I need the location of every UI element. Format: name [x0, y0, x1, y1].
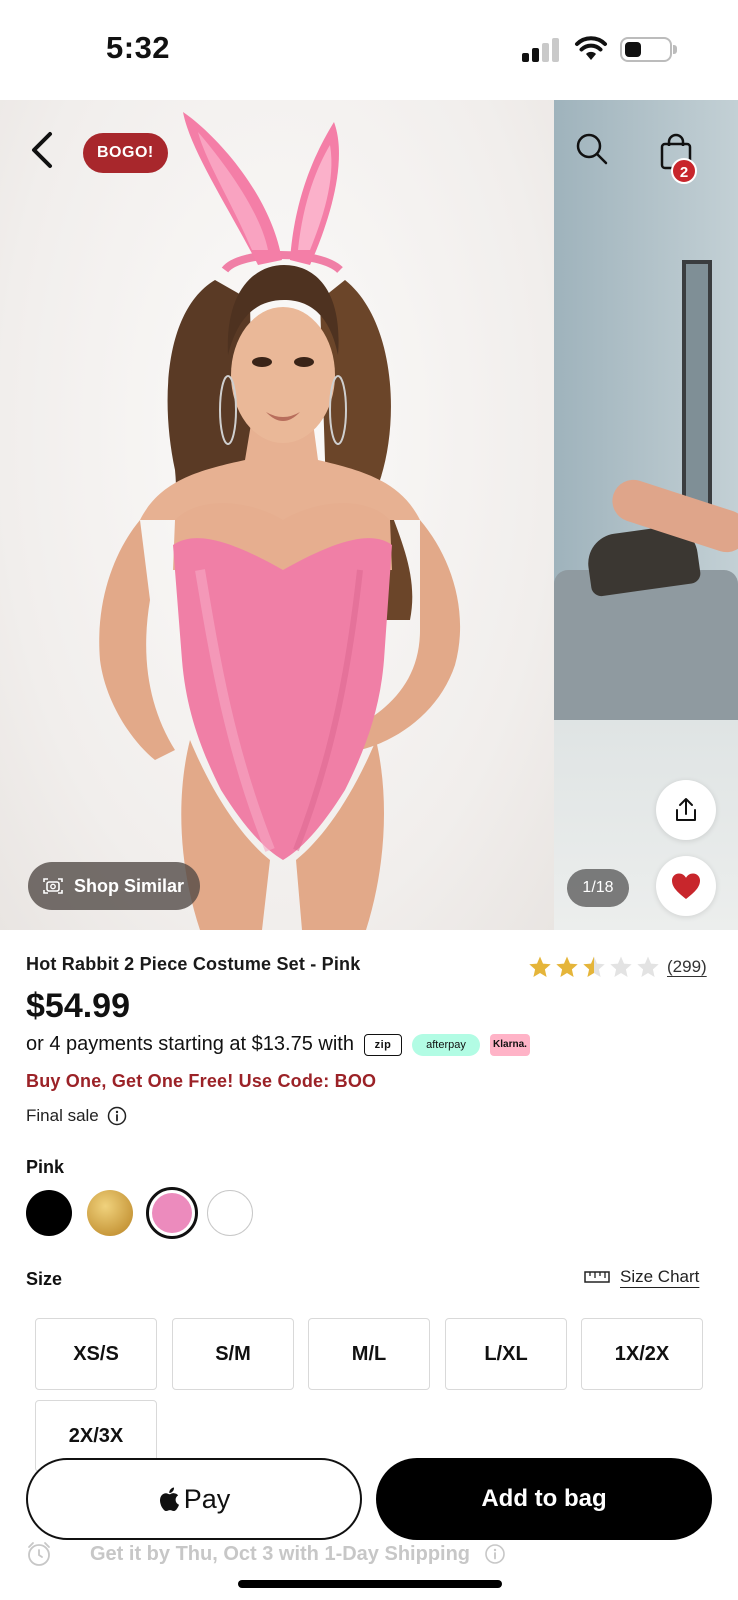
- size-option-m-l[interactable]: M/L: [308, 1318, 430, 1390]
- ruler-icon: [584, 1271, 610, 1283]
- product-title: Hot Rabbit 2 Piece Costume Set - Pink: [26, 954, 361, 974]
- star-empty-icon: [637, 956, 659, 977]
- cart-count-badge: 2: [671, 158, 697, 184]
- color-swatch-white[interactable]: [207, 1190, 253, 1236]
- final-sale-label: Final sale: [26, 1106, 99, 1125]
- heart-icon: [672, 873, 700, 899]
- image-counter: 1/18: [567, 869, 629, 907]
- status-time: 5:32: [106, 30, 171, 65]
- shop-similar-label: Shop Similar: [74, 875, 185, 896]
- shipping-text: Get it by Thu, Oct 3 with 1-Day Shipping: [90, 1542, 471, 1565]
- favorite-button[interactable]: [656, 856, 716, 916]
- size-option-1x-2x[interactable]: 1X/2X: [581, 1318, 703, 1390]
- wifi-icon: [575, 36, 607, 60]
- klarna-logo[interactable]: Klarna.: [489, 1033, 530, 1056]
- zip-logo[interactable]: zip: [363, 1033, 402, 1056]
- product-image-gallery[interactable]: [0, 100, 738, 930]
- status-bar: 5:32: [0, 0, 738, 100]
- star-full-icon: [556, 956, 578, 977]
- color-swatch-pink[interactable]: [152, 1193, 192, 1233]
- info-icon[interactable]: [484, 1543, 506, 1565]
- rating-count[interactable]: (299): [667, 957, 707, 977]
- add-to-bag-button[interactable]: Add to bag: [376, 1458, 712, 1540]
- star-full-icon: [529, 956, 551, 977]
- selected-color-label: Pink: [26, 1157, 65, 1177]
- size-option-s-m[interactable]: S/M: [172, 1318, 294, 1390]
- size-chart-link[interactable]: Size Chart: [584, 1267, 699, 1287]
- size-option-xs-s[interactable]: XS/S: [35, 1318, 157, 1390]
- share-icon: [676, 798, 696, 821]
- afterpay-logo[interactable]: afterpay: [411, 1033, 480, 1056]
- final-sale-note[interactable]: Final sale: [26, 1106, 127, 1126]
- cellular-signal-icon: [522, 38, 562, 62]
- share-button[interactable]: [656, 780, 716, 840]
- size-label: Size: [26, 1269, 63, 1289]
- back-chevron-icon[interactable]: [26, 128, 60, 172]
- color-swatch-black[interactable]: [26, 1190, 72, 1236]
- star-half-icon: [583, 956, 605, 977]
- camera-icon: [43, 878, 63, 894]
- installments-text: or 4 payments starting at $13.75 with: [26, 1033, 354, 1055]
- size-option-l-xl[interactable]: L/XL: [445, 1318, 567, 1390]
- star-empty-icon: [610, 956, 632, 977]
- battery-icon: [620, 37, 672, 62]
- promo-badge[interactable]: BOGO!: [83, 133, 168, 173]
- product-photo-model: [99, 112, 461, 930]
- color-swatch-gold[interactable]: [87, 1190, 133, 1236]
- size-chart-label: Size Chart: [620, 1267, 700, 1286]
- shipping-estimate: Get it by Thu, Oct 3 with 1-Day Shipping: [26, 1540, 506, 1568]
- apple-pay-button[interactable]: Pay: [26, 1458, 362, 1540]
- home-indicator: [238, 1580, 502, 1588]
- installments-info[interactable]: or 4 payments starting at $13.75 with zi…: [26, 1033, 530, 1056]
- product-image-main[interactable]: [0, 100, 554, 930]
- apple-logo-icon: [159, 1487, 179, 1512]
- search-icon[interactable]: [575, 132, 609, 166]
- promo-text: Buy One, Get One Free! Use Code: BOO: [26, 1071, 377, 1091]
- rating-summary[interactable]: (299): [528, 955, 707, 979]
- info-icon[interactable]: [107, 1106, 127, 1126]
- alarm-clock-icon: [28, 1542, 50, 1566]
- product-price: $54.99: [26, 987, 130, 1025]
- apple-pay-label: Pay: [183, 1483, 231, 1514]
- shop-similar-button[interactable]: Shop Similar: [28, 862, 201, 910]
